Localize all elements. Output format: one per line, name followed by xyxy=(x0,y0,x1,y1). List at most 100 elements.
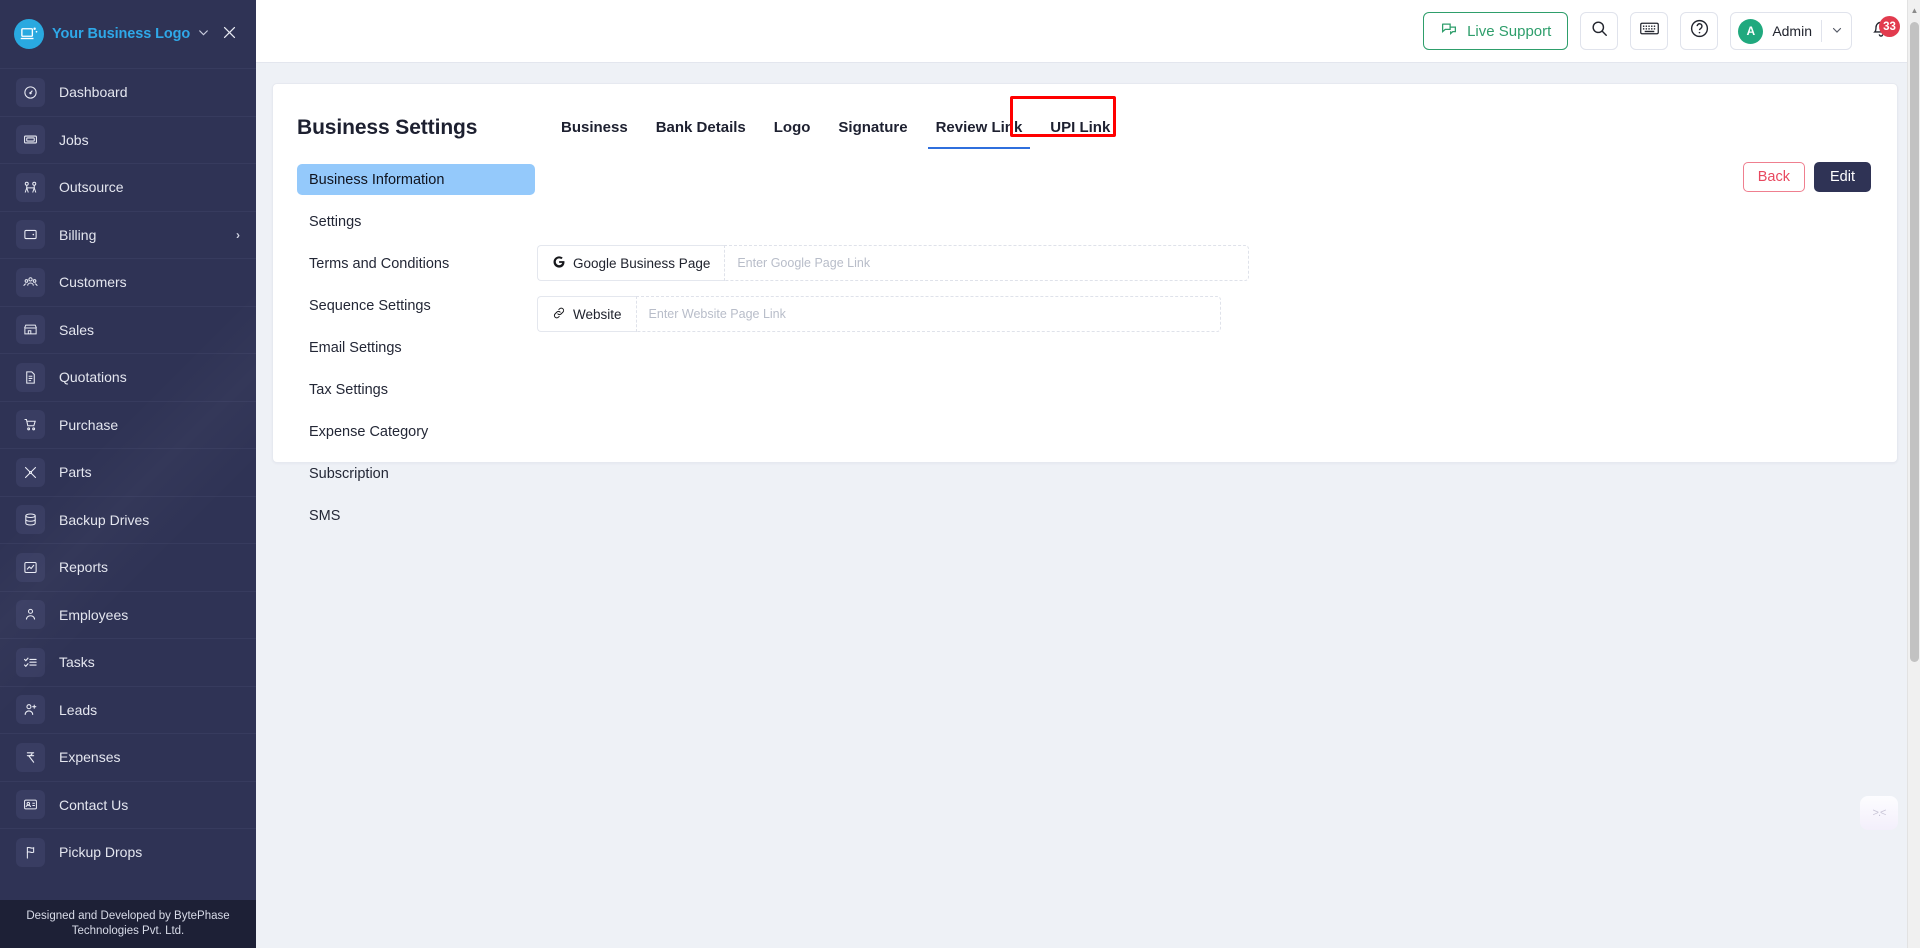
sidebar-item-label: Reports xyxy=(59,559,109,576)
sidebar-brand[interactable]: Your Business Logo xyxy=(0,0,256,68)
website-row: Website xyxy=(537,296,1221,332)
page-title: Business Settings xyxy=(297,116,478,139)
document-icon xyxy=(16,362,45,392)
chat-icon xyxy=(1440,20,1458,42)
chart-icon xyxy=(16,552,45,582)
sidebar-item-label: Tasks xyxy=(59,654,95,671)
sidebar-item-label: Parts xyxy=(59,464,92,481)
sidebar-item-label: Employees xyxy=(59,606,129,623)
sidebar-item-label: Purchase xyxy=(59,416,119,433)
pickup-icon xyxy=(16,837,45,867)
live-support-button[interactable]: Live Support xyxy=(1423,12,1569,50)
review-link-form: Google Business Page Enter Google Page L… xyxy=(535,245,1873,332)
sidebar-item-label: Dashboard xyxy=(59,84,128,101)
sidebar-item-outsource[interactable]: Outsource xyxy=(0,163,256,211)
people-icon xyxy=(16,267,45,297)
contact-card-icon xyxy=(16,790,45,820)
field-label-text: Google Business Page xyxy=(573,255,711,271)
settings-sidebar: Business Settings Business Information S… xyxy=(297,106,535,524)
sidebar-item-jobs[interactable]: Jobs xyxy=(0,115,256,164)
sidebar-item-tasks[interactable]: Tasks xyxy=(0,638,256,686)
chevron-down-icon xyxy=(1831,24,1843,39)
sidebar-item-backup-drives[interactable]: Backup Drives xyxy=(0,495,256,544)
user-plus-icon xyxy=(16,695,45,725)
app-root: Your Business Logo Dashboard Jobs Outsou… xyxy=(0,0,1920,948)
close-icon[interactable] xyxy=(221,24,238,45)
business-logo-icon xyxy=(14,19,44,49)
back-button[interactable]: Back xyxy=(1742,162,1805,192)
sidebar-item-label: Outsource xyxy=(59,179,124,196)
google-icon xyxy=(552,255,566,272)
gauge-icon xyxy=(16,77,45,107)
settings-item-business-information[interactable]: Business Information xyxy=(297,164,535,195)
sidebar-item-pickup-drops[interactable]: Pickup Drops xyxy=(0,828,256,876)
page-scrollbar[interactable]: ▲ xyxy=(1907,0,1920,948)
tab-upi-link[interactable]: UPI Link xyxy=(1036,108,1124,149)
sidebar-item-expenses[interactable]: Expenses xyxy=(0,733,256,781)
notification-count-badge: 33 xyxy=(1879,16,1900,37)
topbar: Live Support A Admin 33 xyxy=(256,0,1920,63)
sidebar-item-sales[interactable]: Sales xyxy=(0,305,256,354)
parts-icon xyxy=(16,457,45,487)
decorative-badge: >.< xyxy=(1860,796,1898,830)
chevron-right-icon: › xyxy=(236,227,240,242)
settings-item-settings[interactable]: Settings xyxy=(297,206,535,237)
help-button[interactable] xyxy=(1680,12,1719,50)
business-settings-card: Business Settings Business Information S… xyxy=(272,83,1898,524)
sidebar-item-label: Backup Drives xyxy=(59,511,150,528)
scrollbar-thumb[interactable] xyxy=(1910,22,1919,662)
sidebar-item-purchase[interactable]: Purchase xyxy=(0,400,256,449)
search-button[interactable] xyxy=(1580,12,1619,50)
settings-item-sms[interactable]: SMS xyxy=(297,500,535,531)
store-icon xyxy=(16,315,45,345)
sidebar-item-quotations[interactable]: Quotations xyxy=(0,353,256,401)
main-region: Live Support A Admin 33 Business Setting… xyxy=(256,0,1920,948)
tab-logo[interactable]: Logo xyxy=(760,108,825,149)
admin-menu-button[interactable]: A Admin xyxy=(1730,12,1852,50)
sidebar-item-reports[interactable]: Reports xyxy=(0,543,256,591)
employee-icon xyxy=(16,600,45,630)
google-business-page-input[interactable] xyxy=(724,245,1249,281)
sidebar-item-billing[interactable]: Billing › xyxy=(0,210,256,259)
tab-business[interactable]: Business xyxy=(547,108,642,149)
sidebar-item-contact-us[interactable]: Contact Us xyxy=(0,780,256,829)
sidebar-footer: Designed and Developed by BytePhase Tech… xyxy=(0,900,256,948)
sidebar-item-employees[interactable]: Employees xyxy=(0,590,256,639)
keyboard-icon xyxy=(1639,18,1660,44)
brand-name: Your Business Logo xyxy=(52,26,191,42)
settings-item-sequence-settings[interactable]: Sequence Settings xyxy=(297,290,535,321)
chevron-down-icon[interactable] xyxy=(197,26,210,42)
notifications-button[interactable]: 33 xyxy=(1864,12,1900,50)
keyboard-shortcuts-button[interactable] xyxy=(1630,12,1669,50)
tab-bank-details[interactable]: Bank Details xyxy=(642,108,760,149)
sidebar-item-label: Quotations xyxy=(59,369,127,386)
sidebar-item-label: Contact Us xyxy=(59,796,129,813)
sidebar-item-label: Sales xyxy=(59,321,95,338)
live-support-label: Live Support xyxy=(1467,22,1552,40)
settings-item-expense-category[interactable]: Expense Category xyxy=(297,416,535,447)
sidebar-item-customers[interactable]: Customers xyxy=(0,258,256,306)
settings-item-subscription[interactable]: Subscription xyxy=(297,458,535,489)
website-label: Website xyxy=(537,296,636,332)
wallet-icon xyxy=(16,220,45,250)
divider xyxy=(1821,20,1822,42)
sidebar-item-dashboard[interactable]: Dashboard xyxy=(0,68,256,116)
tab-signature[interactable]: Signature xyxy=(824,108,921,149)
settings-item-terms-and-conditions[interactable]: Terms and Conditions xyxy=(297,248,535,279)
avatar: A xyxy=(1738,18,1764,44)
sidebar-item-leads[interactable]: Leads xyxy=(0,685,256,734)
help-icon xyxy=(1689,18,1710,44)
sidebar-item-label: Leads xyxy=(59,701,98,718)
admin-name-label: Admin xyxy=(1772,23,1812,39)
settings-item-email-settings[interactable]: Email Settings xyxy=(297,332,535,363)
google-business-page-label: Google Business Page xyxy=(537,245,725,281)
tab-review-link[interactable]: Review Link xyxy=(922,108,1037,149)
settings-panel: Business Bank Details Logo Signature Rev… xyxy=(535,96,1873,462)
website-input[interactable] xyxy=(635,296,1221,332)
settings-item-tax-settings[interactable]: Tax Settings xyxy=(297,374,535,405)
edit-button[interactable]: Edit xyxy=(1814,162,1871,192)
scroll-up-arrow[interactable]: ▲ xyxy=(1908,2,1920,18)
settings-menu: Business Information Settings Terms and … xyxy=(297,164,535,542)
sidebar-item-label: Expenses xyxy=(59,749,121,766)
sidebar-item-parts[interactable]: Parts xyxy=(0,448,256,496)
